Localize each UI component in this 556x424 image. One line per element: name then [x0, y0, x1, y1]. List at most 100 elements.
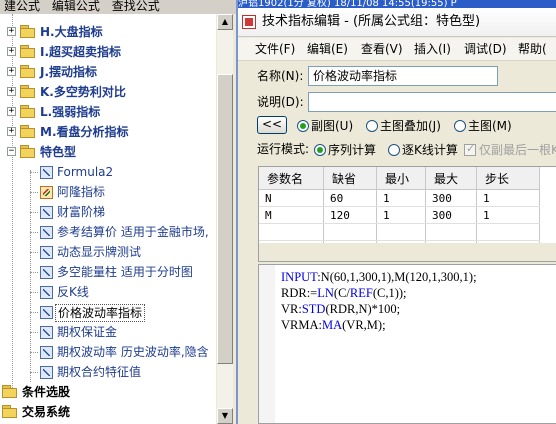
run-mode-label: 运行模式: — [257, 142, 310, 156]
param-step-cell[interactable] — [476, 223, 540, 241]
formula-icon — [40, 306, 53, 319]
column-header-param-name[interactable]: 参数名 — [259, 167, 324, 190]
tree-formula-item[interactable]: 阿隆指标 — [0, 182, 216, 202]
param-min-cell[interactable] — [376, 223, 426, 241]
param-name-cell[interactable] — [259, 223, 324, 241]
collapse-icon[interactable]: − — [7, 147, 16, 156]
tree-item-k[interactable]: + K.多空势利对比 — [0, 82, 216, 102]
radio-main-chart-label: 主图(M) — [468, 119, 512, 133]
tree-guide-line — [30, 372, 38, 373]
param-max-cell[interactable]: 300 — [425, 206, 477, 224]
formula-code-editor[interactable]: INPUT:N(60,1,300,1),M(120,1,300,1); RDR:… — [258, 264, 556, 424]
folder-icon — [20, 105, 36, 118]
tree-guide-line — [30, 272, 38, 273]
folder-icon — [20, 65, 36, 78]
formula-icon — [40, 166, 53, 179]
scroll-thumb[interactable] — [217, 74, 233, 364]
tree-formula-item-selected[interactable]: 价格波动率指标 — [0, 302, 216, 322]
menu-view[interactable]: 查看(V) — [361, 41, 403, 57]
radio-per-bar-calc-label: 逐K线计算 — [402, 143, 458, 157]
radio-subchart[interactable] — [297, 120, 309, 132]
parameter-table[interactable]: 参数名 缺省 最小 最大 步长 N 60 1 300 1 M 120 1 300… — [258, 166, 556, 262]
folder-icon — [20, 85, 36, 98]
menu-find-formula[interactable]: 查找公式 — [112, 0, 160, 13]
description-input[interactable] — [308, 92, 556, 112]
tree-item-h[interactable]: + H.大盘指标 — [0, 22, 216, 42]
param-min-cell[interactable]: 1 — [376, 206, 426, 224]
scroll-up-icon[interactable]: ▲ — [217, 14, 233, 30]
radio-per-bar-calc[interactable] — [388, 144, 400, 156]
folder-open-icon — [20, 145, 36, 158]
formula-icon — [40, 206, 53, 219]
expand-icon[interactable]: + — [7, 47, 16, 56]
folder-icon — [20, 125, 36, 138]
param-step-cell[interactable]: 1 — [476, 189, 540, 207]
parameter-row — [259, 223, 540, 241]
tree-formula-item[interactable]: 财富阶梯 — [0, 202, 216, 222]
column-header-max[interactable]: 最大 — [425, 167, 477, 190]
menu-file[interactable]: 文件(F) — [255, 41, 295, 57]
tree-formula-item[interactable]: Formula2 — [0, 162, 216, 182]
column-header-min[interactable]: 最小 — [376, 167, 426, 190]
tree-item-j[interactable]: + J.摆动指标 — [0, 62, 216, 82]
expand-icon[interactable]: + — [7, 127, 16, 136]
radio-main-overlay[interactable] — [366, 120, 378, 132]
tree-formula-item[interactable]: 期权保证金 — [0, 322, 216, 342]
menu-edit-formula[interactable]: 编辑公式 — [52, 0, 100, 13]
formula-tree[interactable]: + H.大盘指标 + I.超买超卖指标 + J.摆动指标 + K.多空势利对比 … — [0, 14, 217, 424]
background-window-title: 泸铝1902(1分 复权) 18/11/08 14:55(19:55) P — [238, 0, 556, 8]
tree-item-stock-screen[interactable]: 条件选股 — [0, 382, 216, 402]
menu-debug[interactable]: 调试(D) — [464, 41, 507, 57]
editor-gutter — [259, 265, 275, 423]
tree-item-label: 多空能量柱 适用于分时图 — [57, 265, 193, 279]
parameter-table-footer — [259, 243, 556, 261]
param-min-cell[interactable]: 1 — [376, 189, 426, 207]
tree-item-m[interactable]: + M.看盘分析指标 — [0, 122, 216, 142]
param-default-cell[interactable]: 120 — [323, 206, 377, 224]
collapse-button[interactable]: << — [257, 116, 287, 134]
expand-icon[interactable]: + — [7, 87, 16, 96]
column-header-default[interactable]: 缺省 — [323, 167, 377, 190]
tree-formula-item[interactable]: 期权合约特征值 — [0, 362, 216, 382]
radio-main-overlay-label: 主图叠加(J) — [380, 119, 441, 133]
menu-build-formula[interactable]: 建公式 — [4, 0, 40, 13]
param-default-cell[interactable] — [323, 223, 377, 241]
param-max-cell[interactable] — [425, 223, 477, 241]
formula-icon — [40, 226, 53, 239]
tree-item-i[interactable]: + I.超买超卖指标 — [0, 42, 216, 62]
tree-formula-item[interactable]: 动态显示牌测试 — [0, 242, 216, 262]
tree-item-l[interactable]: + L.强弱指标 — [0, 102, 216, 122]
parameter-header-row: 参数名 缺省 最小 最大 步长 — [259, 167, 540, 190]
tree-guide-line — [30, 212, 38, 213]
param-name-cell[interactable]: N — [259, 189, 324, 207]
menu-edit[interactable]: 编辑(E) — [307, 41, 348, 57]
tree-formula-item[interactable]: 参考结算价 适用于金融市场, — [0, 222, 216, 242]
tree-scrollbar[interactable]: ▲ ▼ — [217, 14, 233, 424]
editor-menubar: 文件(F) 编辑(E) 查看(V) 插入(I) 调试(D) 帮助( — [238, 38, 556, 61]
last-bar-only-checkbox[interactable] — [464, 142, 476, 156]
menu-help[interactable]: 帮助( — [518, 41, 547, 57]
tree-formula-item[interactable]: 反K线 — [0, 282, 216, 302]
param-max-cell[interactable]: 300 — [425, 189, 477, 207]
expand-icon[interactable]: + — [7, 27, 16, 36]
formula-icon — [40, 326, 53, 339]
tree-formula-item[interactable]: 多空能量柱 适用于分时图 — [0, 262, 216, 282]
param-default-cell[interactable]: 60 — [323, 189, 377, 207]
expand-icon[interactable]: + — [7, 67, 16, 76]
param-name-cell[interactable]: M — [259, 206, 324, 224]
tree-item-trading-system[interactable]: 交易系统 — [0, 402, 216, 422]
window-titlebar[interactable]: 技术指标编辑 - (所属公式组：特色型) — [238, 8, 556, 37]
param-step-cell[interactable]: 1 — [476, 206, 540, 224]
tree-formula-item[interactable]: 期权波动率 历史波动率,隐含 — [0, 342, 216, 362]
code-line: RDR:=LN(C/REF(C,1)); — [281, 286, 407, 300]
radio-series-calc[interactable] — [314, 144, 326, 156]
tree-item-special[interactable]: − 特色型 — [0, 142, 216, 162]
radio-main-chart[interactable] — [454, 120, 466, 132]
menu-insert[interactable]: 插入(I) — [414, 41, 451, 57]
tree-item-label: 期权保证金 — [57, 325, 118, 339]
name-input[interactable]: 价格波动率指标 — [308, 66, 498, 86]
scroll-down-icon[interactable]: ▼ — [217, 408, 233, 424]
expand-icon[interactable]: + — [7, 107, 16, 116]
tree-item-label: 期权合约特征值 — [57, 365, 142, 379]
column-header-step[interactable]: 步长 — [476, 167, 540, 190]
